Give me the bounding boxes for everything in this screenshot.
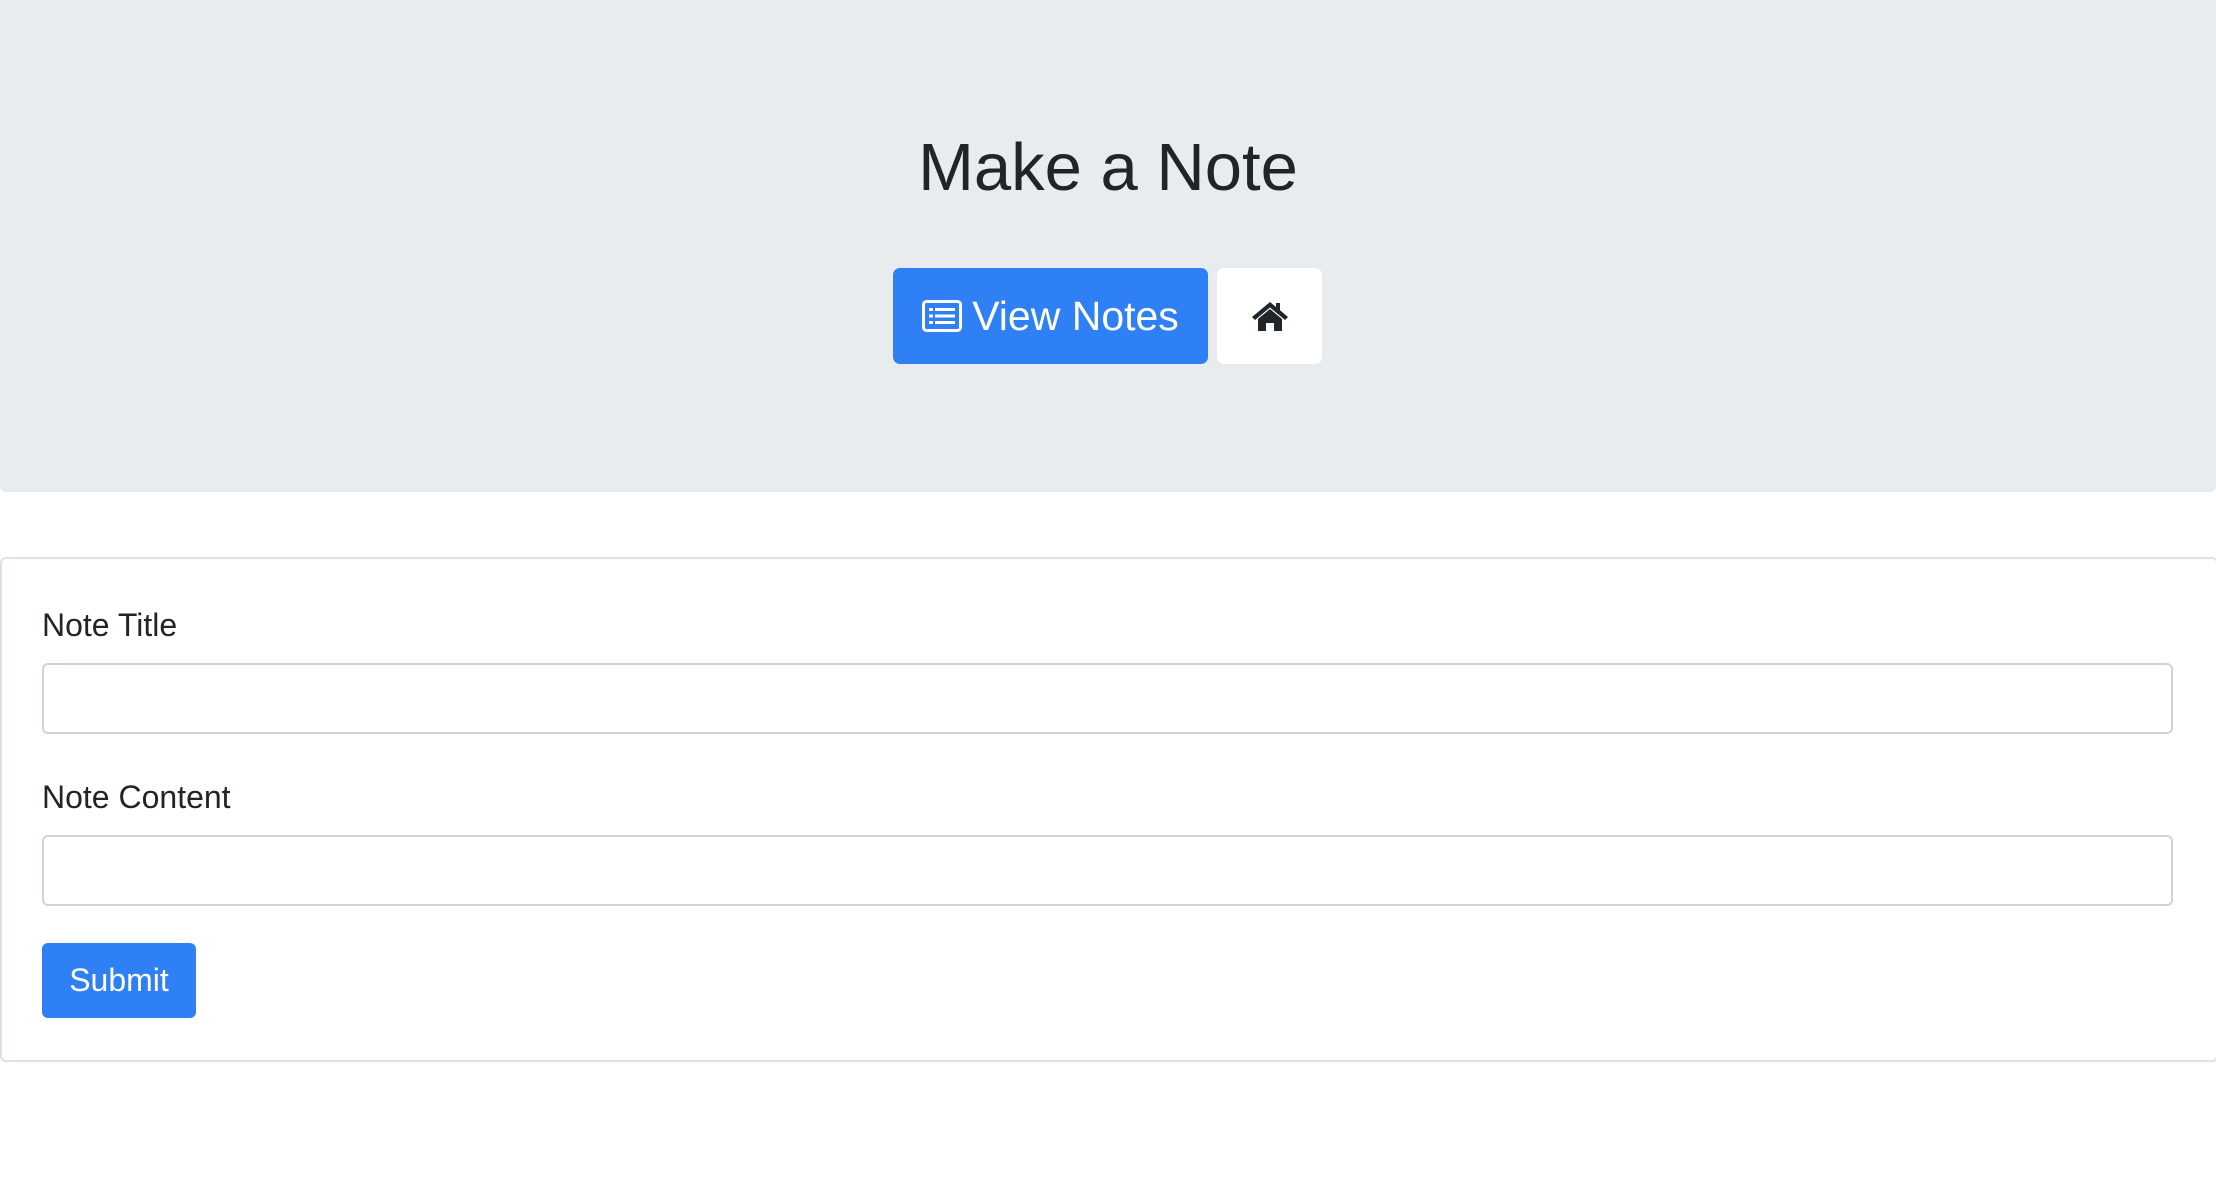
home-icon xyxy=(1251,300,1289,332)
page-title: Make a Note xyxy=(918,130,1298,205)
note-content-input[interactable] xyxy=(42,835,2173,906)
note-form-card: Note Title Note Content Submit xyxy=(0,557,2216,1062)
view-notes-label: View Notes xyxy=(972,292,1179,339)
note-title-input[interactable] xyxy=(42,663,2173,734)
list-alt-icon xyxy=(922,300,963,332)
note-title-label: Note Title xyxy=(42,607,178,643)
note-content-label: Note Content xyxy=(42,779,231,815)
header-jumbotron: Make a Note View Notes xyxy=(0,0,2216,492)
view-notes-button[interactable]: View Notes xyxy=(893,268,1208,364)
home-button[interactable] xyxy=(1217,268,1322,364)
submit-button[interactable]: Submit xyxy=(42,943,196,1018)
